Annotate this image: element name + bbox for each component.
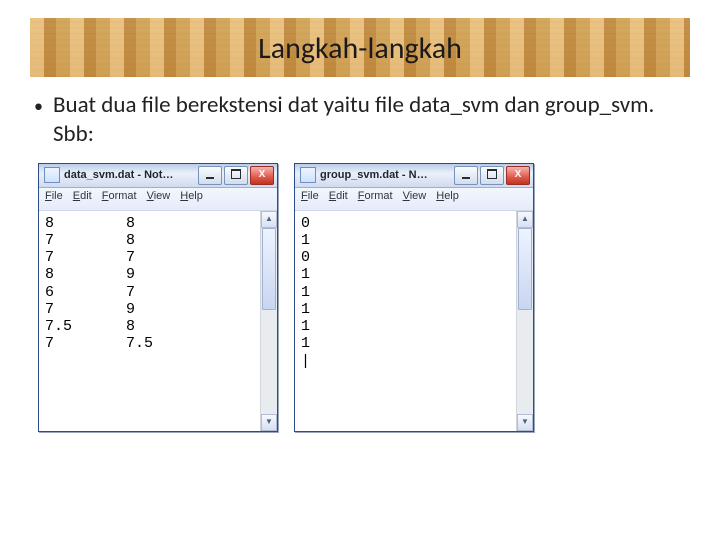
minimize-button[interactable] (198, 166, 222, 185)
bullet-marker: • (34, 97, 43, 115)
menu-file[interactable]: File (45, 190, 63, 208)
maximize-button[interactable] (480, 166, 504, 185)
maximize-button[interactable] (224, 166, 248, 185)
close-button[interactable]: X (250, 166, 274, 185)
notepad-window-group: group_svm.dat - N… X File Edit Format Vi… (294, 163, 534, 432)
menu-help[interactable]: Help (180, 190, 203, 208)
menu-bar: File Edit Format View Help (295, 188, 533, 211)
windows-group: data_svm.dat - Not… X File Edit Format V… (38, 163, 720, 432)
scroll-down-button[interactable]: ▼ (261, 414, 277, 431)
menu-help[interactable]: Help (436, 190, 459, 208)
menu-format[interactable]: Format (102, 190, 137, 208)
scroll-track[interactable] (517, 228, 533, 414)
bullet-text: Buat dua file berekstensi dat yaitu file… (53, 91, 690, 149)
menu-edit[interactable]: Edit (73, 190, 92, 208)
minimize-button[interactable] (454, 166, 478, 185)
menu-bar: File Edit Format View Help (39, 188, 277, 211)
scroll-down-button[interactable]: ▼ (517, 414, 533, 431)
window-title: group_svm.dat - N… (320, 169, 454, 181)
vertical-scrollbar[interactable]: ▲ ▼ (260, 211, 277, 431)
bullet-item: • Buat dua file berekstensi dat yaitu fi… (30, 91, 690, 149)
close-button[interactable]: X (506, 166, 530, 185)
vertical-scrollbar[interactable]: ▲ ▼ (516, 211, 533, 431)
scroll-up-button[interactable]: ▲ (261, 211, 277, 228)
notepad-icon (300, 167, 316, 183)
slide-title: Langkah-langkah (30, 18, 690, 77)
menu-view[interactable]: View (403, 190, 427, 208)
scroll-thumb[interactable] (518, 228, 532, 310)
menu-view[interactable]: View (147, 190, 171, 208)
editor-content[interactable]: 0 1 0 1 1 1 1 1 | (295, 211, 516, 431)
menu-file[interactable]: File (301, 190, 319, 208)
notepad-icon (44, 167, 60, 183)
editor-content[interactable]: 8 8 7 8 7 7 8 9 6 7 7 9 7.5 8 7 7.5 (39, 211, 260, 431)
titlebar[interactable]: data_svm.dat - Not… X (39, 164, 277, 188)
menu-edit[interactable]: Edit (329, 190, 348, 208)
window-title: data_svm.dat - Not… (64, 169, 198, 181)
scroll-up-button[interactable]: ▲ (517, 211, 533, 228)
scroll-track[interactable] (261, 228, 277, 414)
titlebar[interactable]: group_svm.dat - N… X (295, 164, 533, 188)
menu-format[interactable]: Format (358, 190, 393, 208)
scroll-thumb[interactable] (262, 228, 276, 310)
notepad-window-data: data_svm.dat - Not… X File Edit Format V… (38, 163, 278, 432)
